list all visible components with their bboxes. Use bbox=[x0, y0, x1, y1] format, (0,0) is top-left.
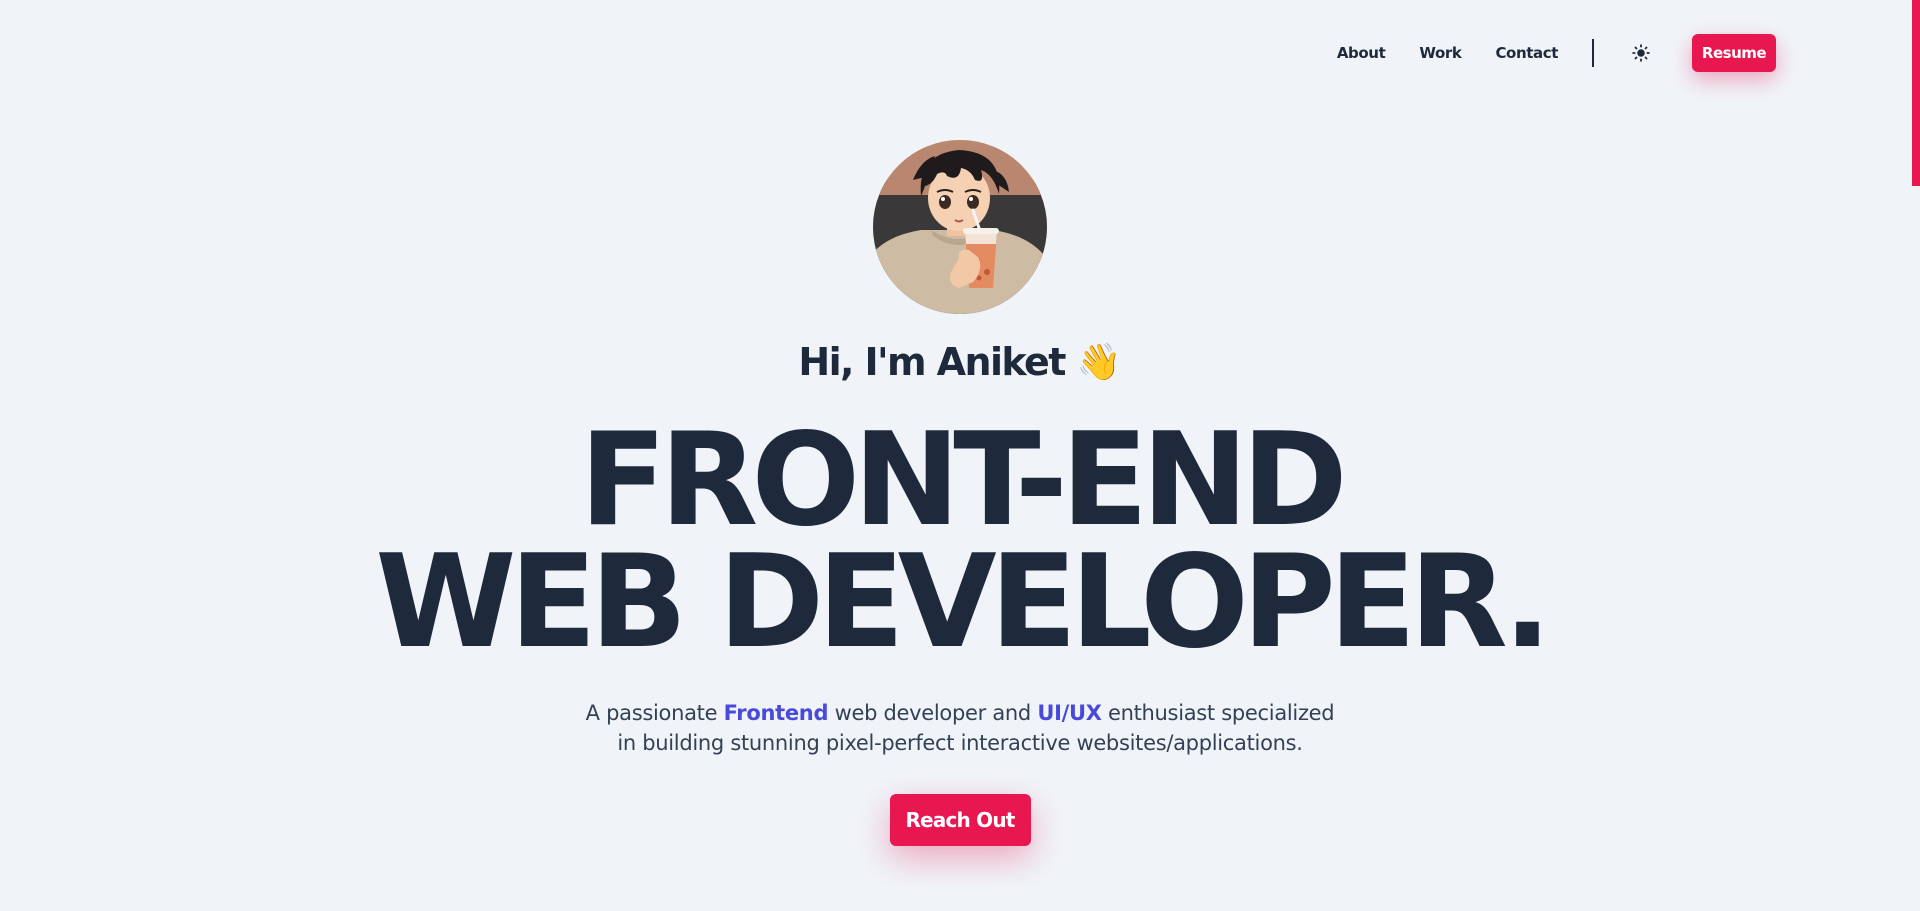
resume-button[interactable]: Resume bbox=[1692, 34, 1776, 72]
tagline-accent-uiux: UI/UX bbox=[1037, 701, 1102, 725]
greeting-text: Hi, I'm Aniket bbox=[798, 340, 1066, 384]
tagline-text-2: web developer and bbox=[828, 701, 1038, 725]
avatar bbox=[873, 140, 1047, 314]
theme-toggle-button[interactable] bbox=[1630, 42, 1652, 64]
tagline-text-1: A passionate bbox=[585, 701, 724, 725]
tagline-accent-frontend: Frontend bbox=[723, 701, 829, 725]
hero-tagline: A passionate Frontend web developer and … bbox=[580, 698, 1340, 758]
avatar-illustration bbox=[873, 140, 1047, 314]
waving-hand-icon: 👋 bbox=[1076, 342, 1122, 383]
nav-link-contact[interactable]: Contact bbox=[1495, 44, 1558, 62]
nav-divider bbox=[1592, 39, 1594, 67]
hero-section: Hi, I'm Aniket 👋 FRONT-END WEB DEVELOPER… bbox=[0, 140, 1920, 846]
nav-link-work[interactable]: Work bbox=[1419, 44, 1461, 62]
reach-out-button[interactable]: Reach Out bbox=[889, 794, 1031, 846]
sun-icon bbox=[1632, 44, 1650, 62]
page: About Work Contact Resume Hi, I'm Aniket… bbox=[0, 0, 1920, 911]
headline-line-1: FRONT-END bbox=[579, 406, 1347, 555]
greeting-heading: Hi, I'm Aniket 👋 bbox=[798, 340, 1121, 384]
headline-line-2: WEB DEVELOPER. bbox=[375, 528, 1552, 677]
nav-link-about[interactable]: About bbox=[1337, 44, 1386, 62]
top-navigation: About Work Contact Resume bbox=[1337, 34, 1776, 72]
hero-headline: FRONT-END WEB DEVELOPER. bbox=[375, 406, 1552, 677]
